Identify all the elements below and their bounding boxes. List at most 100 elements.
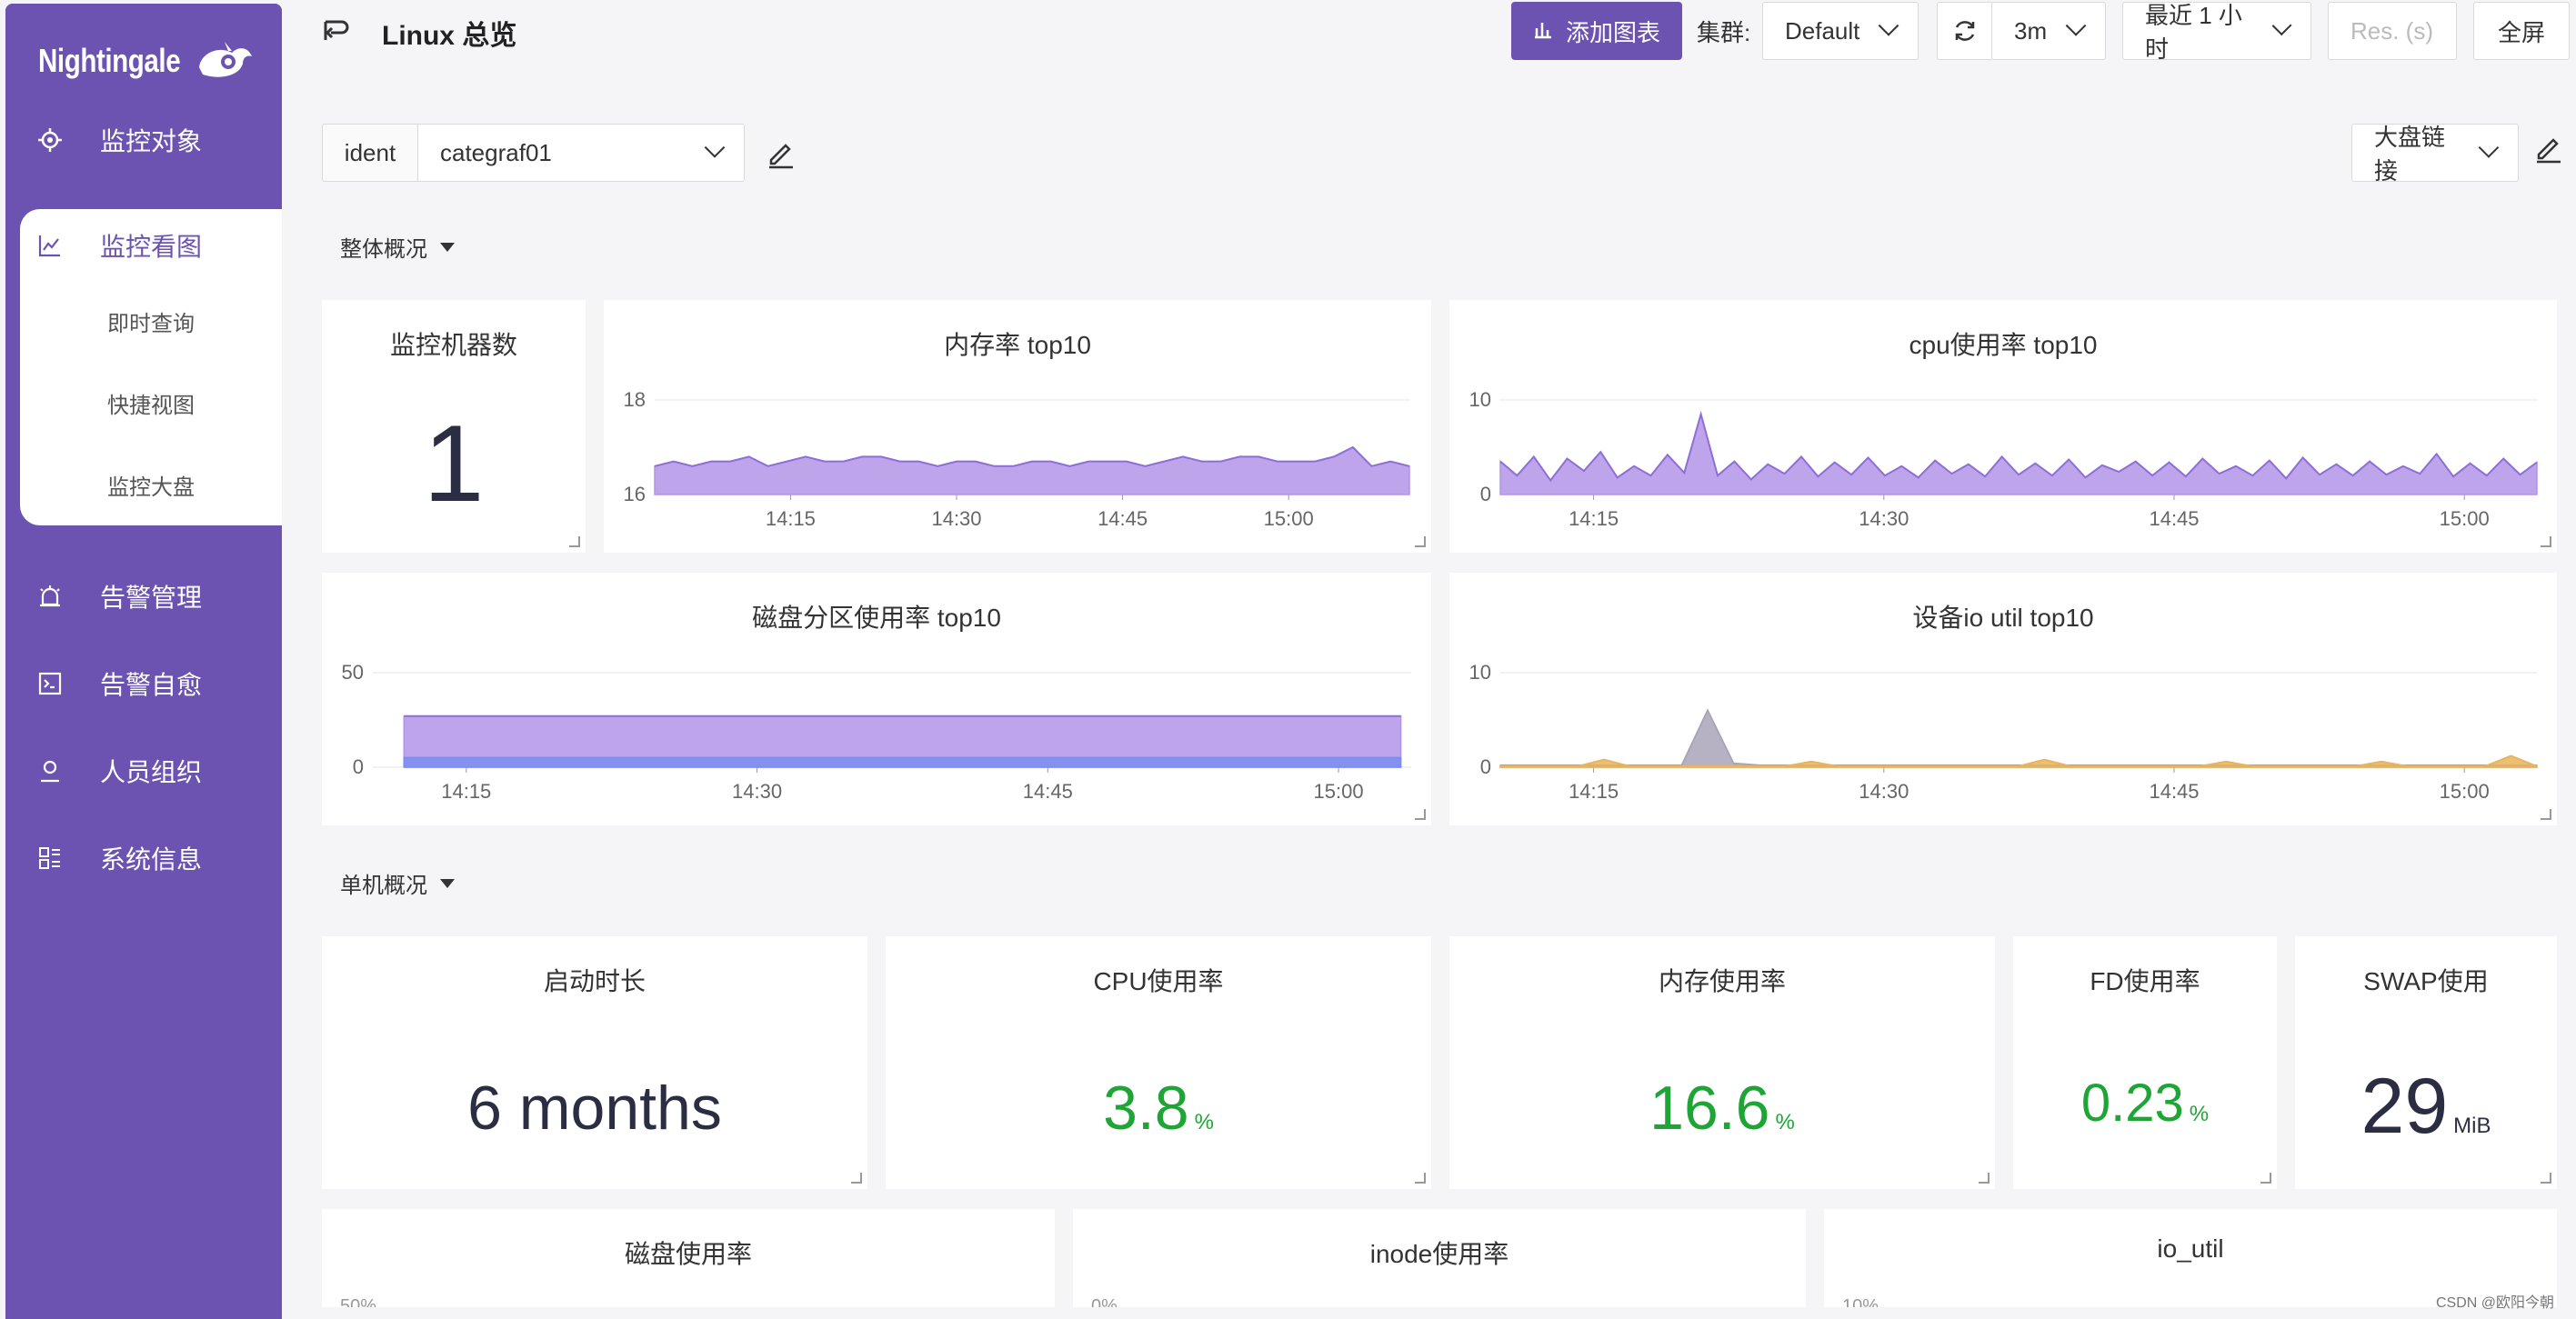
back-icon[interactable] [320,16,349,45]
stat-value: 29 [2360,1063,2449,1150]
time-range-select[interactable]: 最近 1 小时 [2122,2,2311,63]
caret-down-icon [440,242,455,252]
y-tick-label: 18 [624,388,646,411]
resize-handle[interactable] [2541,809,2551,820]
watermark: CSDN @欧阳今朝 [2435,1295,2554,1311]
x-tick-label: 14:15 [766,507,816,530]
axis-tick: 0% [1091,1296,1118,1307]
sidebar-item-users[interactable]: 人员组织 [5,744,282,798]
stat-value: 6 months [467,1074,722,1143]
chevron-down-icon [2478,137,2500,158]
panel-disk-top10: 磁盘分区使用率 top10 0 50 14:15 14:30 14:45 15:00 [322,573,1431,825]
resolution-input[interactable]: Res. (s) [2328,2,2457,60]
section-title: 单机概况 [340,874,427,898]
disk-top10-chart: 0 50 14:15 14:30 14:45 15:00 [342,661,1411,803]
io-top10-chart: 0 10 14:15 14:30 14:45 15:00 [1469,661,2538,803]
stat-unit: % [1775,1110,1795,1134]
add-chart-button[interactable]: 添加图表 [1511,2,1682,60]
y-tick-label: 0 [1480,755,1491,778]
stat-value: 3.8 [1103,1074,1189,1143]
cpu-top10-chart: 0 10 14:15 14:30 14:45 15:00 [1469,388,2538,530]
panel-cpu-usage: CPU使用率 3.8% [886,936,1431,1189]
ident-value: categraf01 [440,138,552,166]
alarm-icon [36,583,64,610]
ident-select[interactable]: categraf01 [417,124,745,182]
grid-icon [36,844,64,872]
sidebar: Nightingale 监控对象 监控看图 即时查询 快捷视图 监控大盘 告警管… [5,4,282,1319]
resize-handle[interactable] [1415,809,1426,820]
dashboard-links-select[interactable]: 大盘链接 [2351,124,2519,185]
cluster-value: Default [1785,16,1860,45]
panel-title: CPU使用率 [1093,967,1224,995]
chevron-down-icon [2271,15,2292,36]
axis-tick: 50% [340,1296,377,1307]
logo[interactable]: Nightingale [38,36,256,85]
stat-unit: % [2189,1102,2210,1126]
sidebar-top [5,4,282,209]
stat-unit: MiB [2453,1114,2491,1138]
section-single-toggle[interactable]: 单机概况 [340,867,455,899]
edit-variables-icon[interactable] [766,138,797,169]
stat-value: 1 [423,403,485,525]
x-tick-label: 14:30 [1859,507,1909,530]
x-tick-label: 14:30 [732,780,782,803]
time-range-value: 最近 1 小时 [2145,2,2242,63]
panel-machine-count: 监控机器数 1 [322,300,586,553]
sidebar-item-label: 监控对象 [100,127,203,155]
x-tick-label: 15:00 [2440,780,2490,803]
logo-text: Nightingale [38,42,181,79]
resize-handle[interactable] [2541,1173,2551,1184]
sidebar-item-monitor-objects[interactable]: 监控对象 [5,113,282,167]
panel-title: io_util [2157,1234,2224,1263]
panel-title: 内存使用率 [1658,967,1786,995]
x-tick-label: 14:30 [931,507,981,530]
refresh-button[interactable] [1937,2,1993,60]
sidebar-item-label: 告警管理 [100,584,203,612]
cluster-select[interactable]: Default [1762,2,1919,60]
panel-title: FD使用率 [2090,967,2200,995]
sidebar-item-self-healing[interactable]: 告警自愈 [5,656,282,711]
ident-label: ident [322,124,418,182]
y-tick-label: 50 [342,661,364,684]
series-line [1499,410,2538,483]
series-area [1499,708,2538,768]
series-area [403,756,1402,768]
refresh-interval-select[interactable]: 3m [1991,2,2106,60]
panel-uptime: 启动时长 6 months [322,936,867,1189]
sidebar-item-label: 告警自愈 [100,671,203,699]
resize-handle[interactable] [1979,1173,1990,1184]
panel-title: SWAP使用 [2363,967,2489,995]
panel-mem-top10: 内存率 top10 16 18 14:15 14:30 14:45 15:00 [604,300,1431,553]
sidebar-bottom [5,525,282,1319]
sidebar-subitem-instant-query[interactable]: 即时查询 [107,305,195,337]
resize-handle[interactable] [569,536,580,547]
sidebar-item-system-info[interactable]: 系统信息 [5,831,282,885]
fullscreen-button[interactable]: 全屏 [2473,2,2570,60]
x-tick-label: 14:30 [1859,780,1909,803]
resize-handle[interactable] [1415,536,1426,547]
add-chart-label: 添加图表 [1565,18,1660,46]
resize-handle[interactable] [1415,1173,1426,1184]
section-overview-toggle[interactable]: 整体概况 [340,231,455,263]
x-tick-label: 15:00 [1314,780,1364,803]
sidebar-item-alerts[interactable]: 告警管理 [5,569,282,624]
target-icon [36,126,64,154]
chevron-down-icon [2065,15,2087,36]
resize-handle[interactable] [851,1173,862,1184]
sidebar-item-dashboards[interactable]: 监控看图 [5,218,282,273]
chevron-down-icon [1878,15,1899,36]
edit-links-icon[interactable] [2533,133,2564,164]
panel-title: 启动时长 [543,967,646,995]
x-tick-label: 15:00 [1264,507,1314,530]
sidebar-subitem-big-screen[interactable]: 监控大盘 [107,469,195,501]
sidebar-subitem-quick-view[interactable]: 快捷视图 [107,387,195,419]
resize-handle[interactable] [2260,1173,2271,1184]
x-tick-label: 14:45 [2149,507,2199,530]
refresh-icon [1955,21,1975,41]
x-tick-label: 15:00 [2440,507,2490,530]
x-tick-label: 14:45 [1098,507,1148,530]
resize-handle[interactable] [2541,536,2551,547]
x-tick-label: 14:15 [1569,507,1619,530]
stat-value: 0.23 [2080,1074,2184,1133]
header: Linux 总览 添加图表 集群: Default 3m 最近 1 小时 Res… [282,0,2576,64]
